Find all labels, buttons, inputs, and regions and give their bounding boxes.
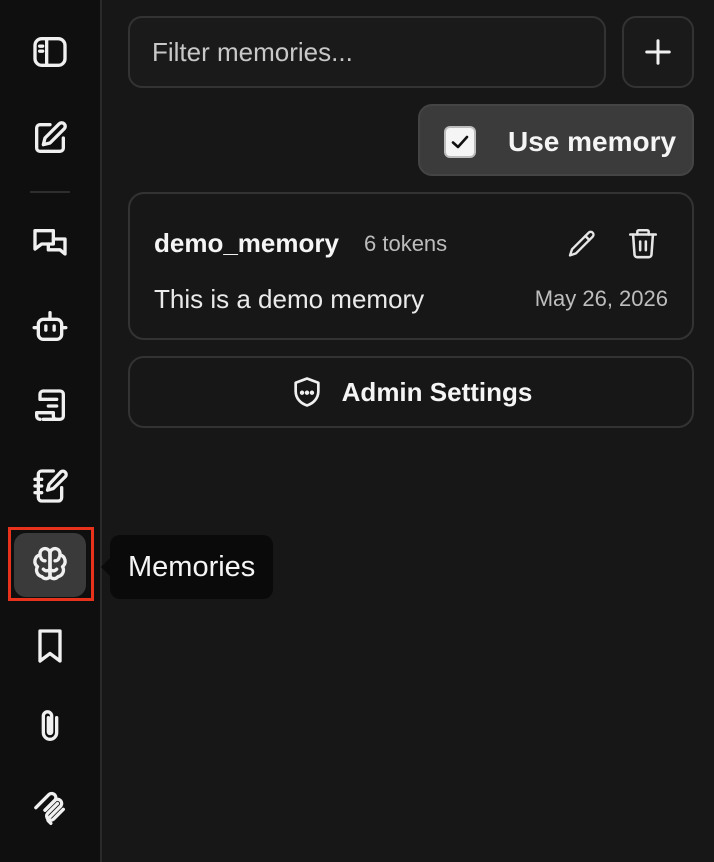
prompts-icon xyxy=(35,389,65,421)
checkmark-icon xyxy=(451,135,469,149)
side-nav-rail xyxy=(0,0,102,862)
prompts-button[interactable] xyxy=(14,374,86,438)
use-memory-label: Use memory xyxy=(508,126,677,157)
admin-settings-button[interactable]: Admin Settings xyxy=(128,356,694,428)
tooltip-label: Memories xyxy=(128,550,256,583)
memory-token-count: 6 tokens xyxy=(364,231,448,256)
agents-button[interactable] xyxy=(14,294,86,358)
shield-icon xyxy=(293,377,320,407)
memory-content: This is a demo memory xyxy=(154,284,425,314)
notes-button[interactable] xyxy=(14,454,86,518)
edit-memory-icon[interactable] xyxy=(566,228,598,260)
memory-name: demo_memory xyxy=(154,228,339,258)
attachments-button[interactable] xyxy=(14,694,86,758)
filter-memories-input[interactable] xyxy=(152,36,582,68)
chats-icon xyxy=(33,229,67,256)
sidebar-toggle-icon xyxy=(33,37,67,68)
use-memory-checkbox[interactable] xyxy=(444,126,476,158)
memory-date: May 26, 2026 xyxy=(534,286,668,311)
sidebar-toggle-button[interactable] xyxy=(14,20,86,84)
new-chat-icon xyxy=(35,121,67,153)
filter-memories-field[interactable] xyxy=(128,16,606,88)
agents-icon xyxy=(32,311,68,341)
chats-button[interactable] xyxy=(14,212,86,276)
bookmarks-button[interactable] xyxy=(14,614,86,678)
admin-settings-label: Admin Settings xyxy=(341,376,533,407)
notes-icon xyxy=(33,469,68,503)
memories-icon xyxy=(33,546,67,581)
mcp-button[interactable] xyxy=(14,774,86,838)
delete-memory-icon[interactable] xyxy=(626,226,660,260)
rail-divider xyxy=(30,191,70,193)
new-chat-button[interactable] xyxy=(14,106,86,170)
memories-button[interactable] xyxy=(14,533,86,597)
add-memory-button[interactable] xyxy=(622,16,694,88)
attachments-icon xyxy=(41,710,59,741)
memories-tooltip: Memories xyxy=(100,535,274,599)
plus-icon xyxy=(645,39,671,65)
memory-card: demo_memory 6 tokens This is a demo memo… xyxy=(128,192,694,340)
bookmark-icon xyxy=(38,629,62,663)
use-memory-toggle[interactable]: Use memory xyxy=(418,104,694,176)
mcp-icon xyxy=(34,791,65,825)
